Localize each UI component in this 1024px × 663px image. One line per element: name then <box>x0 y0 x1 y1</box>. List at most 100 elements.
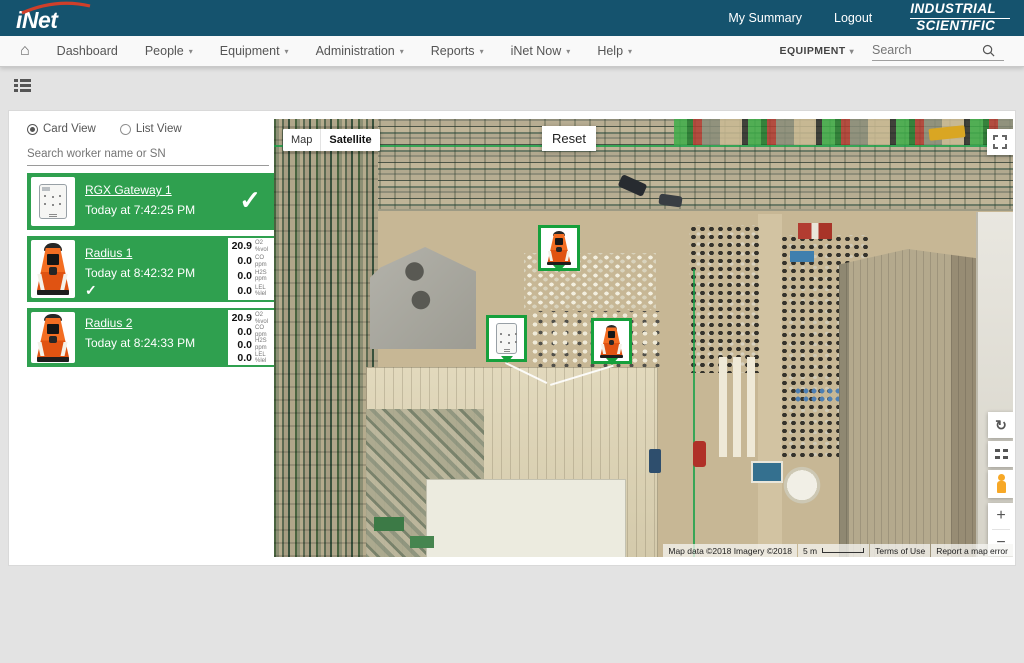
device-card-radius-1[interactable]: Radius 1 Today at 8:42:32 PM ✓ 20.9 O2%v… <box>27 236 277 302</box>
imagery-blue-drums <box>794 387 840 403</box>
my-summary-link[interactable]: My Summary <box>728 11 802 25</box>
imagery-blue-structure <box>751 461 783 483</box>
list-view-option[interactable]: List View <box>120 123 182 135</box>
gateway-device-image <box>31 177 75 226</box>
map-type-control: Map Satellite <box>283 129 380 151</box>
rotate-view-button[interactable]: ↻ <box>988 412 1013 438</box>
inet-logo[interactable]: iNet <box>16 3 57 34</box>
gas-reading-row: 0.0 LEL%lel <box>231 285 273 298</box>
worker-search-input[interactable] <box>27 148 269 160</box>
gas-value: 20.9 <box>231 313 252 324</box>
gas-name: LEL <box>255 285 266 292</box>
gas-name: CO <box>255 325 267 332</box>
list-view-toggle-icon[interactable] <box>14 78 31 93</box>
global-search-input[interactable] <box>872 43 982 57</box>
nav-label: People <box>145 44 184 58</box>
nav-item-equipment[interactable]: Equipment ▾ <box>220 44 289 58</box>
tilt-view-button[interactable] <box>988 441 1013 467</box>
imagery-red-containers <box>798 223 832 239</box>
fullscreen-button[interactable] <box>987 129 1013 155</box>
view-mode-options: Card View List View <box>27 123 274 135</box>
imagery-cooling-building <box>370 247 476 349</box>
chevron-down-icon: ▾ <box>189 47 193 56</box>
gas-reading-row: 20.9 O2%vol <box>231 312 273 325</box>
report-map-error-link[interactable]: Report a map error <box>936 546 1008 556</box>
industrial-scientific-logo: INDUSTRIAL SCIENTIFIC <box>910 2 1010 34</box>
gas-unit: ppm <box>255 345 267 352</box>
gateway-illustration <box>493 321 521 357</box>
gas-name: O2 <box>255 312 268 319</box>
radius-device-image <box>31 240 75 298</box>
chevron-down-icon: ▾ <box>566 47 570 56</box>
device-name-link[interactable]: RGX Gateway 1 <box>85 183 172 197</box>
gas-unit: %lel <box>255 358 266 365</box>
gas-value: 0.0 <box>231 286 252 297</box>
nav-item-dashboard[interactable]: Dashboard <box>57 44 118 58</box>
nav-item-help[interactable]: Help ▾ <box>597 44 632 58</box>
search-icon[interactable] <box>982 44 995 57</box>
gas-readings-panel: 20.9 O2%vol 0.0 COppm 0.0 H2Sppm 0.0 <box>228 310 275 365</box>
gateway-illustration <box>35 181 71 223</box>
zoom-in-button[interactable]: + <box>988 503 1013 529</box>
device-card-radius-2[interactable]: Radius 2 Today at 8:24:33 PM 20.9 O2%vol… <box>27 308 277 367</box>
imagery-road <box>758 214 782 557</box>
device-name-link[interactable]: Radius 1 <box>85 246 132 260</box>
map-view-button[interactable]: Map <box>283 129 320 151</box>
radio-selected-icon[interactable] <box>27 124 38 135</box>
tilt-icon <box>995 449 1008 459</box>
nav-item-people[interactable]: People ▾ <box>145 44 193 58</box>
main-nav-bar: ⌂ Dashboard People ▾ Equipment ▾ Adminis… <box>0 36 1024 67</box>
satellite-view-button[interactable]: Satellite <box>321 129 379 151</box>
gas-readings-panel: 20.9 O2%vol 0.0 COppm 0.0 H2Sppm 0.0 <box>228 238 275 300</box>
check-icon: ✓ <box>239 185 261 216</box>
device-name-link[interactable]: Radius 2 <box>85 316 132 330</box>
radius-illustration <box>547 231 571 265</box>
home-icon[interactable]: ⌂ <box>20 43 30 59</box>
boundary-line-horizontal <box>274 145 1013 147</box>
nav-label: Equipment <box>220 44 280 58</box>
map-marker-rgx-gateway-1[interactable] <box>486 315 527 362</box>
brand-line1: INDUSTRIAL <box>910 2 1010 19</box>
gas-unit: %lel <box>255 291 266 298</box>
radio-unselected-icon[interactable] <box>120 124 131 135</box>
imagery-green-roof <box>374 517 404 531</box>
gas-reading-row: 0.0 H2Sppm <box>231 338 273 351</box>
gas-unit: ppm <box>255 276 267 283</box>
gas-name: O2 <box>255 240 268 247</box>
terms-of-use-link[interactable]: Terms of Use <box>875 546 925 556</box>
nav-right-group: EQUIPMENT ▾ <box>780 41 1024 61</box>
nav-item-administration[interactable]: Administration ▾ <box>316 44 404 58</box>
gas-unit: %vol <box>255 319 268 326</box>
gas-reading-row: 0.0 LEL%lel <box>231 352 273 365</box>
scale-label: 5 m <box>803 546 817 556</box>
card-view-label: Card View <box>43 123 96 135</box>
device-list-sidebar: Card View List View <box>9 111 274 565</box>
chevron-down-icon: ▾ <box>628 47 632 56</box>
nav-label: iNet Now <box>511 44 562 58</box>
card-view-option[interactable]: Card View <box>27 123 96 135</box>
map-marker-radius-1[interactable] <box>538 225 580 271</box>
workspace: Card View List View <box>0 68 1024 663</box>
nav-item-reports[interactable]: Reports ▾ <box>431 44 484 58</box>
reset-button[interactable]: Reset <box>542 126 596 151</box>
chevron-down-icon: ▾ <box>850 47 854 56</box>
radius-illustration <box>36 243 70 295</box>
gas-reading-row: 0.0 COppm <box>231 325 273 338</box>
radius-device-image <box>31 312 75 363</box>
header-links: My Summary Logout <box>728 11 872 25</box>
gas-value: 0.0 <box>231 327 252 338</box>
map-attribution-bar: Map data ©2018 Imagery ©2018 5 m Terms o… <box>663 544 1013 557</box>
nav-label: Reports <box>431 44 475 58</box>
street-view-pegman-button[interactable] <box>988 470 1013 498</box>
imagery-blue-van <box>649 449 661 473</box>
imagery-pipe-rack-left-detail <box>274 119 378 557</box>
gas-value: 0.0 <box>231 271 252 282</box>
logout-link[interactable]: Logout <box>834 11 872 25</box>
map-marker-radius-2[interactable] <box>591 318 632 364</box>
device-card-rgx-gateway-1[interactable]: RGX Gateway 1 Today at 7:42:25 PM ✓ <box>27 173 277 230</box>
map-copyright: Map data ©2018 Imagery ©2018 <box>663 544 797 557</box>
search-scope-dropdown[interactable]: EQUIPMENT ▾ <box>780 45 854 57</box>
nav-item-inet-now[interactable]: iNet Now ▾ <box>511 44 571 58</box>
site-map[interactable]: Map Satellite Reset ↻ + − <box>274 119 1013 557</box>
gas-reading-row: 0.0 COppm <box>231 255 273 268</box>
